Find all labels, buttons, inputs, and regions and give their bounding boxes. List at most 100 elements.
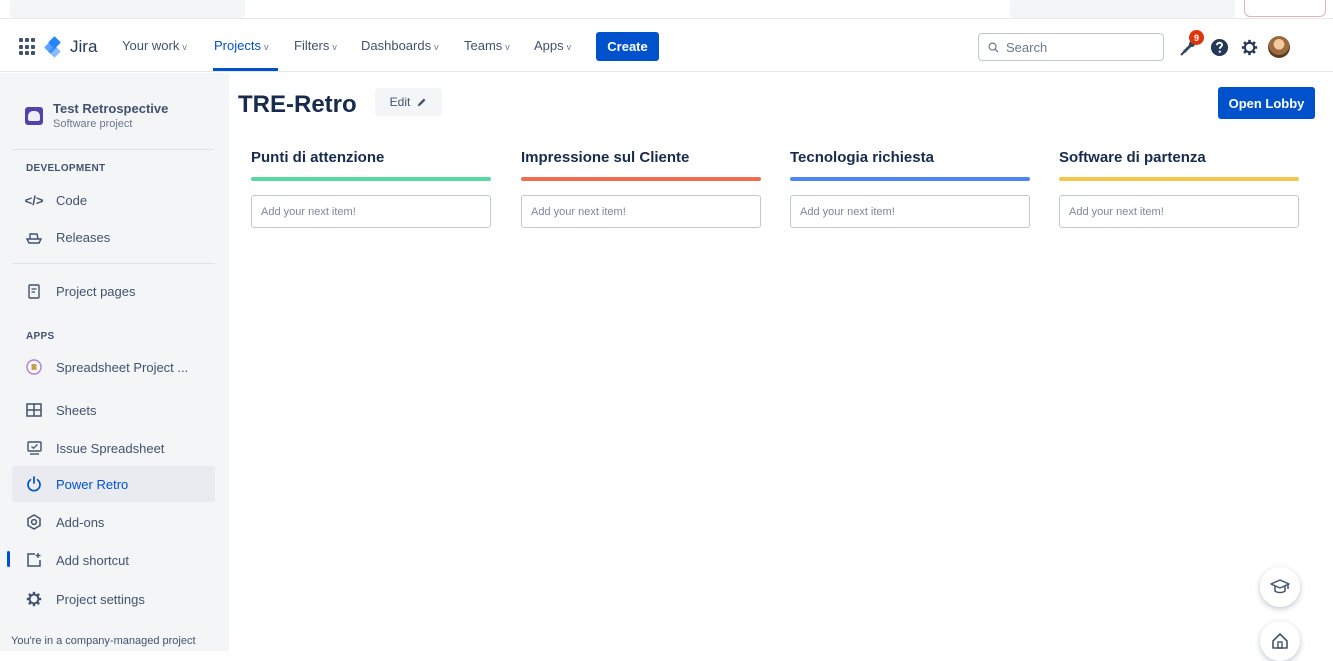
jira-logo[interactable]: Jira xyxy=(44,35,98,59)
top-right-outline-button[interactable] xyxy=(1244,0,1326,17)
gear-icon xyxy=(1241,39,1257,55)
project-name: Test Retrospective xyxy=(53,101,169,116)
code-icon: </> xyxy=(24,192,44,208)
chevron-down-icon: v xyxy=(505,42,510,52)
sidebar-item-label: Project pages xyxy=(56,283,136,299)
sidebar-item-label: Spreadsheet Project ... xyxy=(56,359,189,375)
create-button[interactable]: Create xyxy=(596,32,659,61)
sidebar-item-code[interactable]: </> Code xyxy=(12,182,215,218)
nav-apps[interactable]: Apps v xyxy=(534,38,571,53)
column-color-bar xyxy=(251,177,491,181)
nav-active-indicator xyxy=(213,68,278,71)
tab-strip-left xyxy=(10,0,245,18)
column-color-bar xyxy=(521,177,761,181)
app-switcher-icon[interactable] xyxy=(19,38,37,56)
add-shortcut-icon xyxy=(26,552,42,568)
search-input[interactable]: Search xyxy=(978,33,1164,61)
sidebar-item-label: Power Retro xyxy=(56,476,129,492)
column-title: Impressione sul Cliente xyxy=(521,149,690,166)
strip-divider xyxy=(0,18,1333,19)
sidebar-item-label: Project settings xyxy=(56,591,145,607)
avatar xyxy=(1268,36,1290,58)
open-lobby-button[interactable]: Open Lobby xyxy=(1218,87,1315,119)
jira-logo-icon xyxy=(44,36,64,58)
help-button[interactable] xyxy=(1206,34,1232,60)
sidebar-item-label: Add shortcut xyxy=(56,552,129,568)
section-heading-apps: APPS xyxy=(26,331,55,342)
sidebar-item-power-retro[interactable]: Power Retro xyxy=(12,466,215,502)
column-color-bar xyxy=(1059,177,1299,181)
project-type-note: You're in a company-managed project xyxy=(11,635,196,647)
add-item-input[interactable] xyxy=(790,195,1030,228)
project-sidebar: Test Retrospective Software project DEVE… xyxy=(0,73,229,651)
retro-column-punti-di-attenzione: Punti di attenzione xyxy=(251,149,491,228)
jira-logo-text: Jira xyxy=(70,37,98,56)
search-placeholder: Search xyxy=(1006,39,1048,55)
column-color-bar xyxy=(790,177,1030,181)
sidebar-item-add-ons[interactable]: Add-ons xyxy=(12,504,215,540)
nav-dashboards[interactable]: Dashboards v xyxy=(361,38,439,53)
nav-teams[interactable]: Teams v xyxy=(464,38,510,53)
settings-button[interactable] xyxy=(1236,34,1262,60)
sidebar-item-label: Issue Spreadsheet xyxy=(56,440,165,456)
section-heading-development: DEVELOPMENT xyxy=(26,163,106,174)
retro-column-impressione-sul-cliente: Impressione sul Cliente xyxy=(521,149,761,228)
column-title: Tecnologia richiesta xyxy=(790,149,934,166)
chevron-down-icon: v xyxy=(263,42,269,52)
project-type: Software project xyxy=(53,118,133,130)
sidebar-item-issue-spreadsheet[interactable]: Issue Spreadsheet xyxy=(12,430,215,466)
add-item-input[interactable] xyxy=(251,195,491,228)
spreadsheet-app-icon xyxy=(26,359,42,375)
column-title: Punti di attenzione xyxy=(251,149,385,166)
help-icon xyxy=(1210,38,1228,56)
ship-icon xyxy=(26,229,42,245)
sidebar-item-spreadsheet-project[interactable]: Spreadsheet Project ... xyxy=(12,349,215,385)
project-header[interactable]: Test Retrospective Software project xyxy=(25,101,168,130)
sidebar-divider xyxy=(12,263,215,264)
addon-icon xyxy=(26,514,42,530)
sidebar-item-sheets[interactable]: Sheets xyxy=(12,392,215,428)
retro-column-tecnologia-richiesta: Tecnologia richiesta xyxy=(790,149,1030,228)
sidebar-item-project-settings[interactable]: Project settings xyxy=(12,581,215,617)
profile-button[interactable] xyxy=(1266,34,1292,60)
selected-indicator xyxy=(7,551,10,567)
chevron-down-icon: v xyxy=(434,42,439,52)
sidebar-item-add-shortcut[interactable]: Add shortcut xyxy=(12,542,215,578)
grid-icon xyxy=(26,402,42,418)
sidebar-item-label: Code xyxy=(56,192,88,208)
sidebar-divider xyxy=(12,149,215,150)
chevron-down-icon: v xyxy=(182,42,187,52)
sidebar-item-releases[interactable]: Releases xyxy=(12,219,215,255)
power-icon xyxy=(26,476,42,492)
sidebar-item-label: Releases xyxy=(56,229,111,245)
edit-button[interactable]: Edit xyxy=(375,88,442,116)
tab-strip-right xyxy=(1010,0,1235,18)
gear-icon xyxy=(26,591,42,607)
home-button[interactable] xyxy=(1260,621,1300,661)
pencil-icon xyxy=(418,98,426,106)
search-icon xyxy=(988,42,999,53)
main-content: TRE-Retro Edit Open Lobby Punti di atten… xyxy=(229,73,1333,661)
chevron-down-icon: v xyxy=(566,42,572,52)
graduation-cap-icon xyxy=(1270,579,1290,594)
browser-top-strip xyxy=(0,0,1333,20)
page-title: TRE-Retro xyxy=(238,91,357,118)
chevron-down-icon: v xyxy=(332,42,337,52)
top-navigation: Jira Your work v Projects v Filters v Dashb… xyxy=(0,22,1333,72)
project-avatar xyxy=(25,106,43,125)
nav-projects[interactable]: Projects v xyxy=(214,38,268,53)
column-title: Software di partenza xyxy=(1059,149,1206,166)
retro-column-software-di-partenza: Software di partenza xyxy=(1059,149,1299,228)
nav-your-work[interactable]: Your work v xyxy=(122,38,187,53)
nav-filters[interactable]: Filters v xyxy=(294,38,337,53)
monitor-check-icon xyxy=(26,440,42,456)
add-item-input[interactable] xyxy=(521,195,761,228)
page-icon xyxy=(26,283,42,299)
sidebar-item-label: Sheets xyxy=(56,402,97,418)
edit-label: Edit xyxy=(389,95,411,109)
notifications-button[interactable]: 9 xyxy=(1176,30,1204,60)
learning-button[interactable] xyxy=(1260,567,1300,607)
sidebar-item-project-pages[interactable]: Project pages xyxy=(12,273,215,309)
notification-badge: 9 xyxy=(1189,30,1204,45)
add-item-input[interactable] xyxy=(1059,195,1299,228)
